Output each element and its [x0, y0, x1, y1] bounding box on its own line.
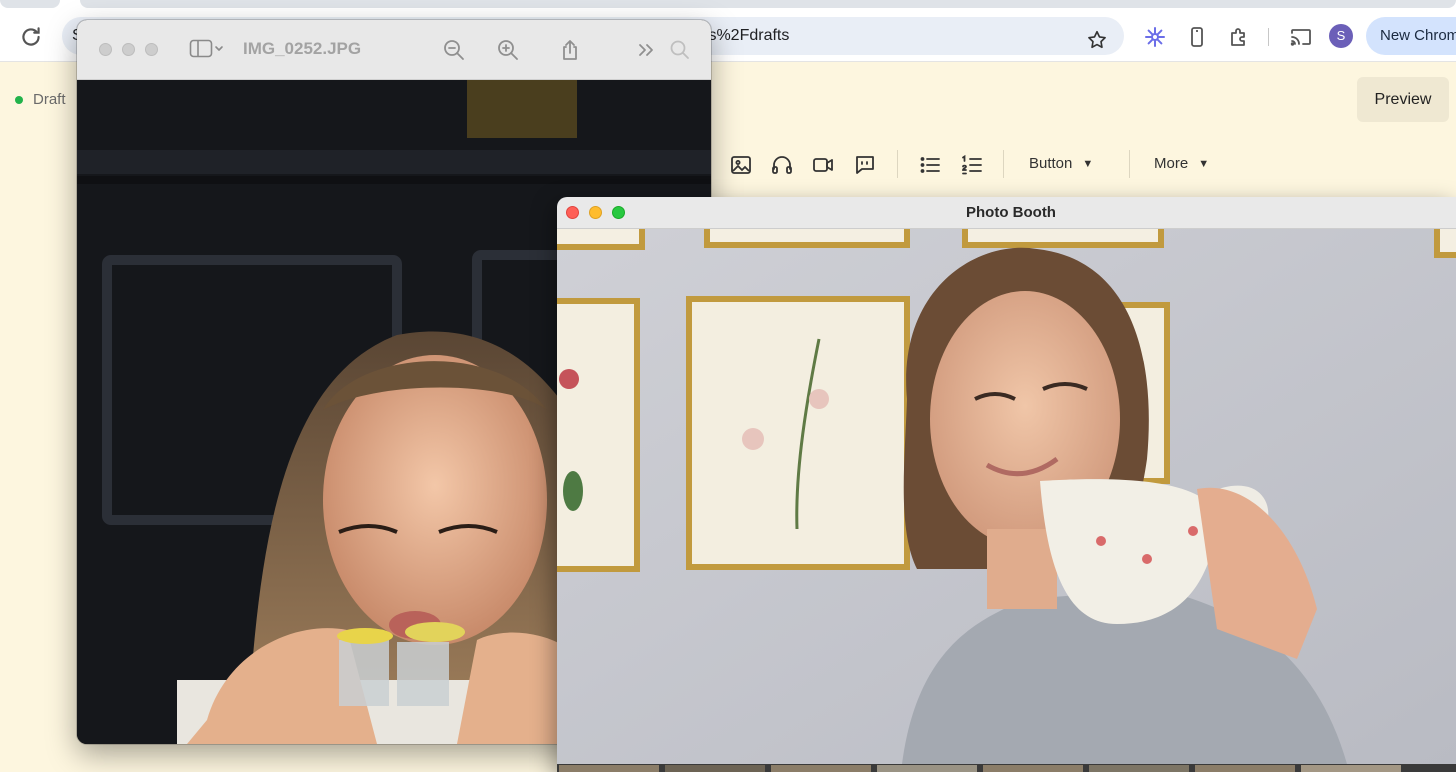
photo-thumbnail[interactable] — [665, 765, 765, 772]
tab-strip — [0, 0, 1456, 12]
editor-toolbar-separator — [897, 150, 898, 178]
photo-booth-title: Photo Booth — [966, 204, 1056, 221]
more-dropdown[interactable]: More ▼ — [1154, 155, 1209, 172]
ai-spark-icon[interactable] — [1143, 25, 1167, 49]
numbered-list-icon[interactable] — [960, 153, 984, 177]
photo-thumbnail[interactable] — [983, 765, 1083, 772]
editor-toolbar-separator — [1129, 150, 1130, 178]
caret-down-icon: ▼ — [1198, 158, 1210, 170]
image-icon[interactable] — [729, 153, 753, 177]
window-close-button[interactable] — [99, 43, 112, 56]
photo-thumbnail[interactable] — [559, 765, 659, 772]
photo-thumbnail[interactable] — [1089, 765, 1189, 772]
more-dropdown-label: More — [1154, 155, 1189, 172]
cast-icon[interactable] — [1289, 25, 1313, 49]
toolbar-separator — [1268, 28, 1269, 46]
window-minimize-button[interactable] — [122, 43, 135, 56]
share-icon[interactable] — [558, 38, 582, 62]
photo-booth-live-view — [557, 216, 1456, 764]
star-icon[interactable] — [1086, 29, 1108, 51]
phone-icon[interactable] — [1185, 25, 1209, 49]
reload-icon[interactable] — [18, 24, 44, 50]
address-text: ts%2Fdrafts — [704, 27, 790, 44]
zoom-in-icon[interactable] — [496, 38, 520, 62]
extensions-icon[interactable] — [1227, 25, 1251, 49]
caret-down-icon: ▼ — [1082, 158, 1094, 170]
tab-bar — [80, 0, 1456, 8]
more-tools-icon[interactable] — [634, 38, 658, 62]
video-icon[interactable] — [811, 153, 835, 177]
preview-filename: IMG_0252.JPG — [243, 39, 362, 58]
button-dropdown-label: Button — [1029, 155, 1073, 172]
photo-booth-window[interactable]: Photo Booth — [557, 197, 1456, 772]
photo-thumbnail[interactable] — [1195, 765, 1295, 772]
audio-icon[interactable] — [770, 153, 794, 177]
search-icon[interactable] — [668, 38, 692, 62]
profile-avatar[interactable]: S — [1329, 24, 1353, 48]
window-zoom-button[interactable] — [145, 43, 158, 56]
photo-thumbnail[interactable] — [771, 765, 871, 772]
status-dot — [15, 96, 23, 104]
zoom-out-icon[interactable] — [442, 38, 466, 62]
button-dropdown[interactable]: Button ▼ — [1029, 155, 1093, 172]
photo-thumbnail[interactable] — [1301, 765, 1401, 772]
photo-booth-title-bar[interactable]: Photo Booth — [557, 197, 1456, 229]
draft-status: Draft — [33, 91, 66, 108]
photo-booth-thumbnail-strip[interactable] — [557, 764, 1456, 772]
bullet-list-icon[interactable] — [918, 153, 942, 177]
tab-edge — [0, 0, 60, 8]
photo-thumbnail[interactable] — [877, 765, 977, 772]
sidebar-toggle-icon[interactable] — [189, 38, 225, 60]
new-chrome-button[interactable]: New Chrome — [1366, 17, 1456, 55]
comment-icon[interactable] — [853, 153, 877, 177]
editor-toolbar-separator — [1003, 150, 1004, 178]
preview-button[interactable]: Preview — [1357, 77, 1449, 122]
preview-title-bar[interactable]: IMG_0252.JPG — [77, 20, 711, 80]
